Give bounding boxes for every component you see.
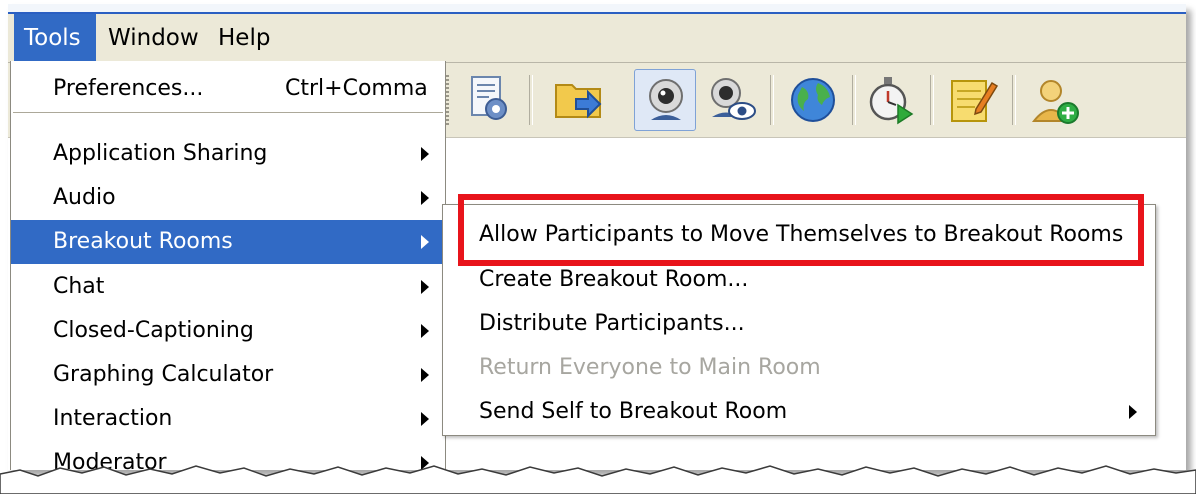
document-settings-icon[interactable] (458, 69, 520, 131)
menu-item-label: Graphing Calculator (53, 362, 274, 387)
menu-item-label: Preferences... (53, 76, 204, 101)
menu-item-label: Create Breakout Room... (479, 267, 749, 292)
menu-item-audio[interactable]: Audio (11, 176, 445, 220)
menu-item-label: Closed-Captioning (53, 318, 254, 343)
submenu-arrow-icon (421, 280, 429, 294)
add-user-icon[interactable] (1024, 69, 1086, 131)
breakout-rooms-submenu: Allow Participants to Move Themselves to… (442, 204, 1156, 436)
menu-item-label: Application Sharing (53, 141, 268, 166)
menu-item-application-sharing[interactable]: Application Sharing (11, 132, 445, 176)
tools-dropdown-menu: Preferences... Ctrl+Comma Application Sh… (10, 61, 446, 470)
menu-item-label: Send Self to Breakout Room (479, 399, 788, 424)
menu-item-chat[interactable]: Chat (11, 265, 445, 309)
menu-item-closed-captioning[interactable]: Closed-Captioning (11, 309, 445, 353)
webcam-icon[interactable] (634, 69, 696, 131)
submenu-arrow-icon (421, 147, 429, 161)
toolbar-separator (770, 75, 774, 125)
submenu-arrow-icon (421, 412, 429, 426)
menu-tools[interactable]: Tools (14, 14, 96, 62)
submenu-item-send-self[interactable]: Send Self to Breakout Room (443, 390, 1155, 434)
toolbar-separator (852, 75, 856, 125)
toolbar-separator (930, 75, 934, 125)
menu-item-label: Return Everyone to Main Room (479, 355, 821, 380)
menu-item-breakout-rooms[interactable]: Breakout Rooms (11, 220, 445, 264)
toolbar-grip[interactable] (446, 75, 449, 125)
menu-item-graphing-calculator[interactable]: Graphing Calculator (11, 353, 445, 397)
menu-item-label: Audio (53, 185, 116, 210)
menu-item-shortcut: Ctrl+Comma (285, 76, 428, 101)
title-bar-edge (8, 4, 1186, 14)
submenu-arrow-icon (421, 324, 429, 338)
submenu-item-allow-participants-move[interactable]: Allow Participants to Move Themselves to… (443, 213, 1155, 257)
stopwatch-play-icon[interactable] (860, 69, 922, 131)
menu-separator (13, 112, 443, 113)
menu-window[interactable]: Window (98, 14, 202, 62)
submenu-arrow-icon (421, 235, 429, 249)
notepad-edit-icon[interactable] (942, 69, 1004, 131)
submenu-item-create-breakout-room[interactable]: Create Breakout Room... (443, 258, 1155, 302)
globe-icon[interactable] (782, 69, 844, 131)
application-window: Tools Window Help Preferences... Ctrl+Co… (8, 4, 1186, 470)
menu-item-preferences[interactable]: Preferences... Ctrl+Comma (11, 67, 445, 111)
menu-item-label: Chat (53, 274, 105, 299)
menu-item-label: Distribute Participants... (479, 311, 745, 336)
menu-item-label: Allow Participants to Move Themselves to… (479, 222, 1124, 247)
menu-bar: Tools Window Help (8, 14, 1186, 63)
submenu-arrow-icon (421, 191, 429, 205)
submenu-item-distribute-participants[interactable]: Distribute Participants... (443, 302, 1155, 346)
submenu-arrow-icon (421, 368, 429, 382)
submenu-item-return-everyone: Return Everyone to Main Room (443, 346, 1155, 390)
submenu-arrow-icon (1129, 405, 1137, 419)
menu-item-label: Interaction (53, 406, 173, 431)
toolbar-separator (1012, 75, 1016, 125)
torn-edge-decoration (0, 465, 1196, 494)
toolbar-separator (529, 75, 533, 125)
menu-item-interaction[interactable]: Interaction (11, 397, 445, 441)
menu-item-label: Breakout Rooms (53, 229, 233, 254)
folder-arrow-icon[interactable] (548, 69, 610, 131)
webcam-view-icon[interactable] (700, 69, 762, 131)
menu-help[interactable]: Help (208, 14, 282, 62)
